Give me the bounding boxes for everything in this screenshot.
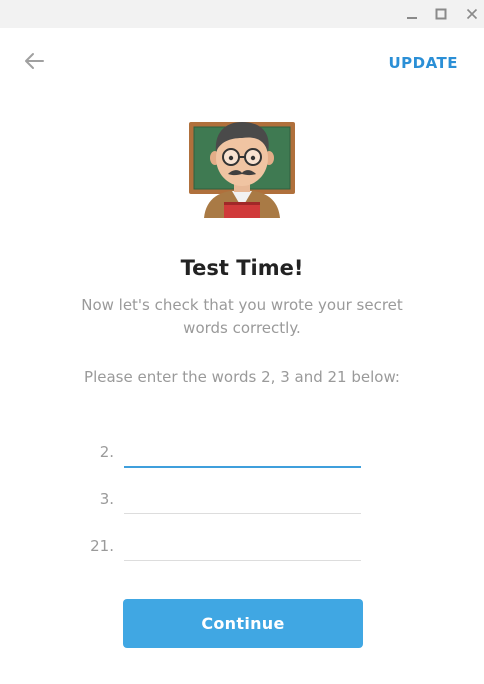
word-number-label: 2. — [99, 443, 114, 461]
maximize-icon[interactable] — [430, 4, 452, 24]
word-21-input[interactable] — [124, 530, 361, 561]
instruction-text: Please enter the words 2, 3 and 21 below… — [84, 368, 400, 386]
back-button[interactable] — [18, 48, 50, 78]
word-2-input[interactable] — [124, 436, 361, 468]
continue-button[interactable]: Continue — [123, 599, 363, 648]
update-button[interactable]: UPDATE — [388, 54, 458, 72]
word-field-row: 21. — [0, 528, 484, 568]
word-3-input[interactable] — [124, 483, 361, 514]
word-field-row: 2. — [0, 434, 484, 474]
window-titlebar — [0, 0, 484, 28]
word-field-row: 3. — [0, 481, 484, 521]
word-number-label: 3. — [99, 490, 114, 508]
page-subtitle: Now let's check that you wrote your secr… — [81, 296, 403, 337]
close-icon[interactable] — [461, 4, 483, 24]
arrow-left-icon — [23, 52, 45, 74]
page-title: Test Time! — [180, 256, 304, 280]
word-number-label: 21. — [90, 537, 114, 555]
minimize-icon[interactable] — [401, 4, 423, 24]
teacher-emoji — [188, 118, 296, 218]
